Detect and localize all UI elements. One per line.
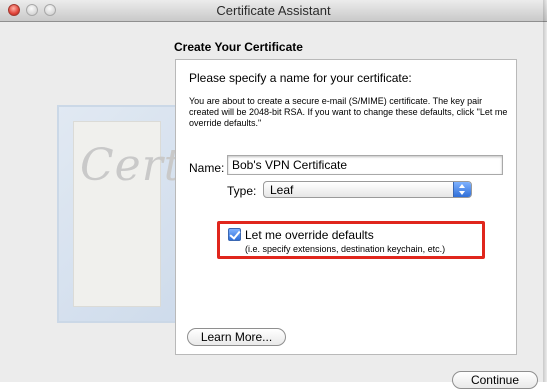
page-title: Create Your Certificate <box>174 40 303 54</box>
chevron-updown-icon <box>453 182 471 197</box>
checkmark-icon <box>229 228 241 240</box>
certificate-assistant-window: Certificate Assistant Certif Create Your… <box>0 0 547 389</box>
continue-button[interactable]: Continue <box>452 371 538 389</box>
learn-more-button[interactable]: Learn More... <box>187 328 286 346</box>
description-text: You are about to create a secure e-mail … <box>189 96 508 128</box>
window-title: Certificate Assistant <box>216 3 331 18</box>
type-label: Type: <box>227 184 257 198</box>
override-defaults-label[interactable]: Let me override defaults <box>245 228 374 242</box>
name-prompt: Please specify a name for your certifica… <box>189 71 412 85</box>
type-select-value: Leaf <box>270 183 294 197</box>
certificate-illustration <box>57 105 177 323</box>
override-defaults-hint: (i.e. specify extensions, destination ke… <box>245 244 446 254</box>
window-content: Certif Create Your Certificate Please sp… <box>0 22 547 389</box>
override-defaults-checkbox[interactable] <box>228 228 241 241</box>
certificate-name-input[interactable] <box>227 155 503 175</box>
name-label: Name: <box>189 161 225 175</box>
window-edge-shadow <box>543 0 547 382</box>
titlebar[interactable]: Certificate Assistant <box>0 0 547 22</box>
type-select[interactable]: Leaf <box>263 181 472 198</box>
